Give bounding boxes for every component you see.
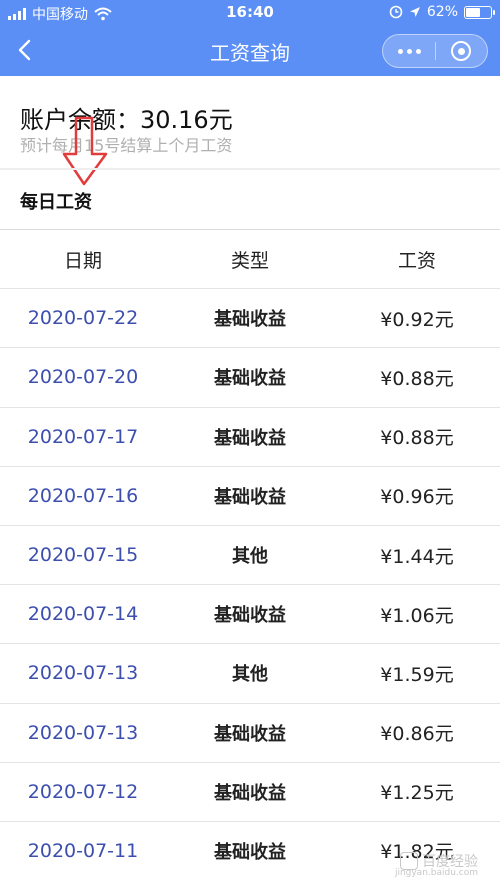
row-type: 基础收益 [214,309,286,331]
annotation-arrow-icon [62,116,108,186]
row-date: 2020-07-11 [27,839,139,862]
status-right: 62% [389,4,495,20]
table-row[interactable]: 2020-07-15 其他 ¥1.44元 [0,524,500,584]
table-row[interactable]: 2020-07-14 基础收益 ¥1.06元 [0,584,500,643]
battery-fill [466,7,480,17]
row-type: 基础收益 [214,723,286,745]
header-date: 日期 [63,249,102,272]
row-wage: ¥1.44元 [380,545,454,568]
row-type: 基础收益 [214,605,286,627]
row-type: 其他 [232,664,268,686]
location-icon [409,7,420,17]
row-date: 2020-07-13 [27,662,139,685]
row-wage: ¥1.06元 [380,604,454,627]
row-date: 2020-07-16 [27,484,139,507]
row-date: 2020-07-14 [27,603,139,626]
section-title: 每日工资 [20,192,92,213]
row-date: 2020-07-22 [27,307,139,330]
row-wage: ¥0.92元 [380,308,454,331]
header-type: 类型 [230,249,269,272]
table-header: 日期 类型 工资 [0,229,500,288]
account-balance: 账户余额：30.16元 [20,106,233,134]
daily-wage-table: 日期 类型 工资 2020-07-22 基础收益 ¥0.92元 2020-07-… [0,229,500,880]
table-row[interactable]: 2020-07-20 基础收益 ¥0.88元 [0,347,500,406]
row-type: 基础收益 [214,782,286,804]
mini-program-capsule [382,34,488,68]
settlement-note: 预计每月15号结算上个月工资 [20,136,233,155]
header-wage: 工资 [397,249,436,272]
row-date: 2020-07-15 [27,544,139,567]
section-divider [0,168,500,170]
row-wage: ¥0.88元 [380,367,454,390]
row-wage: ¥0.86元 [380,723,454,746]
table-row[interactable]: 2020-07-16 基础收益 ¥0.96元 [0,465,500,525]
row-date: 2020-07-17 [27,425,139,448]
watermark-url: jingyan.baidu.com [394,868,478,878]
row-type: 基础收益 [214,841,286,863]
row-wage: ¥0.96元 [380,486,454,509]
table-row[interactable]: 2020-07-13 基础收益 ¥0.86元 [0,702,500,762]
row-type: 基础收益 [214,368,286,390]
table-row[interactable]: 2020-07-17 基础收益 ¥0.88元 [0,406,500,466]
alarm-icon [389,5,403,19]
row-type: 基础收益 [214,486,286,508]
battery-icon [464,5,495,19]
more-dots-icon[interactable] [383,35,435,67]
row-wage: ¥0.88元 [380,427,454,450]
row-type: 其他 [232,546,268,568]
nav-bar: 工资查询 [0,26,500,76]
row-wage: ¥1.59元 [380,663,454,686]
status-bar: 中国移动 16:40 62% [0,0,500,26]
table-row[interactable]: 2020-07-12 基础收益 ¥1.25元 [0,761,500,821]
row-date: 2020-07-12 [27,780,139,803]
row-type: 基础收益 [214,427,286,449]
row-date: 2020-07-13 [27,721,139,744]
row-date: 2020-07-20 [27,366,139,389]
table-row[interactable]: 2020-07-22 基础收益 ¥0.92元 [0,288,500,347]
battery-percent: 62% [426,4,458,20]
table-row[interactable]: 2020-07-13 其他 ¥1.59元 [0,643,500,702]
close-circle-icon[interactable] [436,35,487,67]
baidu-jingyan-watermark: 百度经验 jingyan.baidu.com [395,851,478,878]
row-wage: ¥1.25元 [380,782,454,805]
